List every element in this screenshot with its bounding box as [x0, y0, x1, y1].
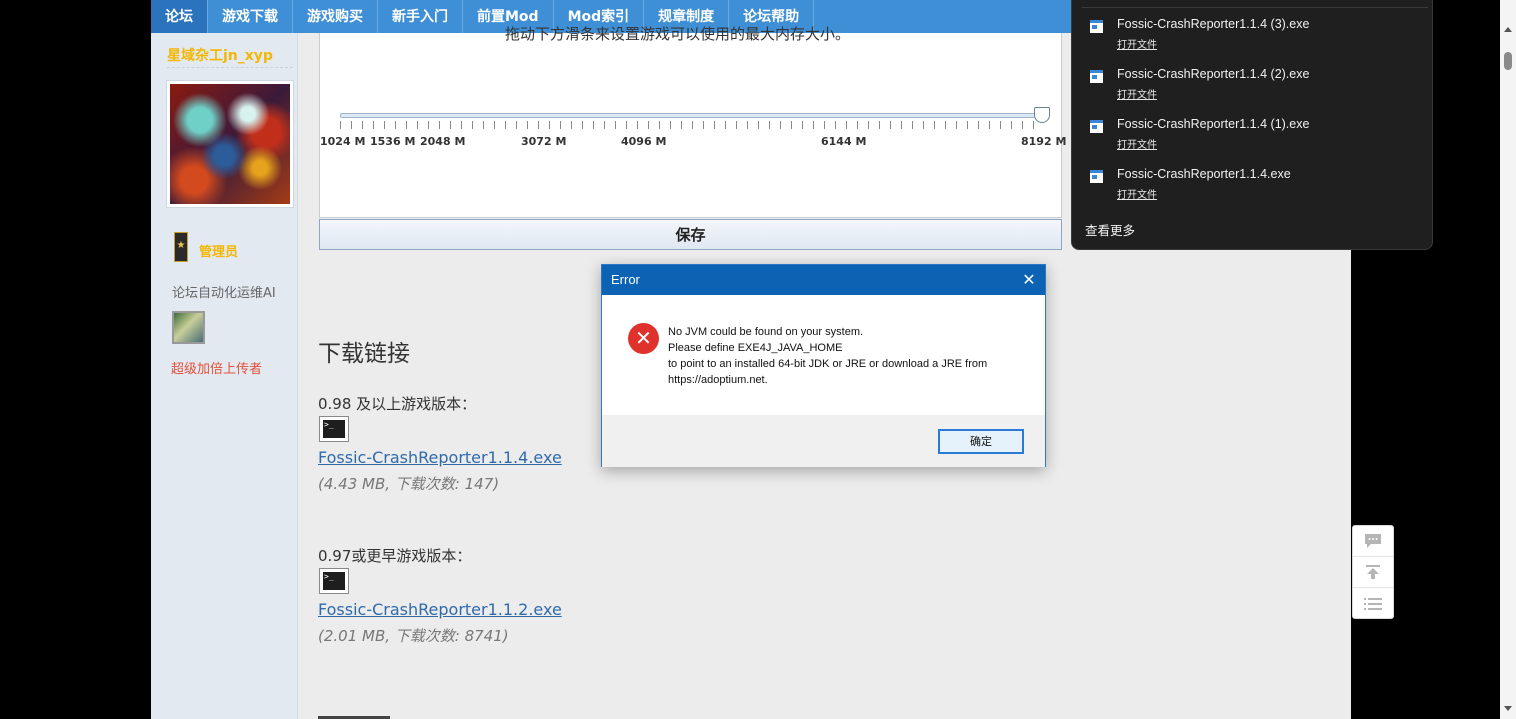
- version-label: 0.98 及以上游戏版本：: [318, 395, 477, 413]
- memory-settings-panel: 拖动下方滑条来设置游戏可以使用的最大内存大小。 1024 M 1536 M 20…: [319, 25, 1066, 218]
- user-badge-title: 超级加倍上传者: [171, 362, 263, 377]
- avatar-image: [170, 84, 290, 204]
- file-icon: [1090, 120, 1103, 133]
- file-icon: [1090, 70, 1103, 83]
- user-sidebar: 星域杂工jn_xyp ★ 管理员 论坛自动化运维AI 超级加倍上传者: [151, 33, 298, 719]
- open-file-link[interactable]: 打开文件: [1117, 86, 1157, 101]
- tick-label: 3072 M: [521, 135, 567, 148]
- download-item[interactable]: Fossic-CrashReporter1.1.4.exe 打开文件: [1072, 167, 1432, 213]
- tick-label: 1536 M: [370, 135, 416, 148]
- floating-toolbar: [1352, 525, 1394, 619]
- scroll-down-arrow-icon[interactable]: [1504, 706, 1512, 711]
- dialog-footer: 确定: [602, 415, 1045, 467]
- open-file-link[interactable]: 打开文件: [1117, 36, 1157, 51]
- download-file-name: Fossic-CrashReporter1.1.4 (3).exe: [1117, 17, 1310, 31]
- tick-label: 1024 M: [320, 135, 366, 148]
- download-item[interactable]: Fossic-CrashReporter1.1.4 (3).exe 打开文件: [1072, 17, 1432, 63]
- error-dialog: Error ✕ ✕ No JVM could be found on your …: [601, 264, 1046, 467]
- error-message-line: to point to an installed 64-bit JDK or J…: [668, 358, 988, 370]
- file-meta: (2.01 MB, 下载次数: 8741): [318, 627, 509, 645]
- tick-label: 2048 M: [420, 135, 466, 148]
- back-to-top-icon[interactable]: [1353, 557, 1393, 588]
- instruction-text: 拖动下方滑条来设置游戏可以使用的最大内存大小。: [505, 25, 851, 43]
- comment-icon[interactable]: [1353, 526, 1393, 557]
- close-icon[interactable]: ✕: [1013, 265, 1045, 295]
- tick-label: 4096 M: [621, 135, 667, 148]
- username[interactable]: 星域杂工jn_xyp: [167, 45, 273, 65]
- list-icon[interactable]: [1353, 588, 1393, 619]
- exe-file-icon: >_: [319, 568, 349, 594]
- scrollbar-thumb[interactable]: [1504, 52, 1512, 70]
- slider-ticks: [340, 121, 1042, 129]
- download-file-name: Fossic-CrashReporter1.1.4 (2).exe: [1117, 67, 1310, 81]
- divider: [167, 67, 293, 68]
- scroll-up-arrow-icon[interactable]: [1504, 27, 1512, 32]
- nav-forum[interactable]: 论坛: [151, 0, 208, 33]
- section-title: 下载链接: [318, 341, 410, 367]
- file-icon: [1090, 20, 1103, 33]
- page-scrollbar[interactable]: [1500, 0, 1516, 719]
- medal-icon[interactable]: [172, 311, 205, 344]
- version-label: 0.97或更早游戏版本：: [318, 547, 472, 565]
- error-message-line: https://adoptium.net.: [668, 374, 768, 386]
- user-rank[interactable]: 管理员: [199, 241, 238, 260]
- tick-label: 6144 M: [821, 135, 867, 148]
- dialog-title: Error: [602, 265, 1045, 295]
- download-item[interactable]: Fossic-CrashReporter1.1.4 (1).exe 打开文件: [1072, 117, 1432, 163]
- download-item[interactable]: Fossic-CrashReporter1.1.4 (2).exe 打开文件: [1072, 67, 1432, 113]
- open-file-link[interactable]: 打开文件: [1117, 186, 1157, 201]
- file-icon: [1090, 170, 1103, 183]
- divider: [1082, 7, 1428, 8]
- download-link[interactable]: Fossic-CrashReporter1.1.4.exe: [318, 448, 562, 467]
- nav-game-purchase[interactable]: 游戏购买: [293, 0, 378, 33]
- error-message-line: No JVM could be found on your system.: [668, 326, 864, 338]
- file-meta: (4.43 MB, 下载次数: 147): [318, 475, 500, 493]
- error-message: No JVM could be found on your system. Pl…: [668, 324, 987, 388]
- rank-star-icon: ★: [174, 232, 188, 262]
- memory-slider-track[interactable]: [340, 113, 1050, 118]
- tick-label: 8192 M: [1021, 135, 1067, 148]
- ok-button[interactable]: 确定: [938, 429, 1024, 454]
- open-file-link[interactable]: 打开文件: [1117, 136, 1157, 151]
- error-message-line: Please define EXE4J_JAVA_HOME: [668, 342, 843, 354]
- exe-file-icon: >_: [319, 416, 349, 442]
- download-file-name: Fossic-CrashReporter1.1.4.exe: [1117, 167, 1291, 181]
- avatar[interactable]: [166, 80, 294, 208]
- downloads-panel: Fossic-CrashReporter1.1.4 (3).exe 打开文件 F…: [1071, 0, 1433, 250]
- download-file-name: Fossic-CrashReporter1.1.4 (1).exe: [1117, 117, 1310, 131]
- nav-game-download[interactable]: 游戏下载: [208, 0, 293, 33]
- download-link[interactable]: Fossic-CrashReporter1.1.2.exe: [318, 600, 562, 619]
- user-group: 论坛自动化运维AI: [172, 286, 276, 301]
- memory-slider-thumb[interactable]: [1034, 107, 1050, 123]
- save-button[interactable]: 保存: [319, 219, 1062, 250]
- see-more-link[interactable]: 查看更多: [1085, 220, 1135, 239]
- nav-beginner[interactable]: 新手入门: [378, 0, 463, 33]
- error-icon: ✕: [628, 323, 659, 354]
